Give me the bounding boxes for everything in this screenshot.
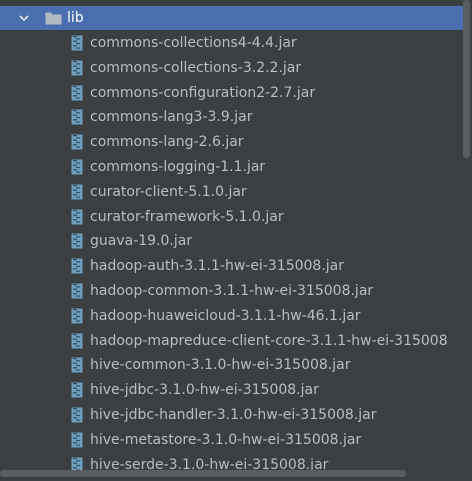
jar-archive-icon xyxy=(71,109,83,125)
jar-archive-icon xyxy=(71,382,83,398)
jar-archive-icon xyxy=(71,258,83,274)
tree-item-file[interactable]: hadoop-huaweicloud-3.1.1-hw-46.1.jar xyxy=(0,304,472,328)
file-label: hadoop-mapreduce-client-core-3.1.1-hw-ei… xyxy=(90,332,448,349)
file-label: commons-configuration2-2.7.jar xyxy=(90,84,316,101)
tree-item-lib-folder[interactable]: lib xyxy=(0,6,472,30)
jar-archive-icon xyxy=(71,134,83,150)
tree-item-file[interactable]: commons-lang-2.6.jar xyxy=(0,130,472,154)
jar-archive-icon xyxy=(71,283,83,299)
file-label: curator-framework-5.1.0.jar xyxy=(90,208,284,225)
file-label: commons-collections-3.2.2.jar xyxy=(90,59,302,76)
jar-archive-icon xyxy=(71,60,83,76)
horizontal-scrollbar-thumb[interactable] xyxy=(0,470,406,477)
tree-item-file[interactable]: hive-metastore-3.1.0-hw-ei-315008.jar xyxy=(0,428,472,452)
tree-item-file[interactable]: commons-configuration2-2.7.jar xyxy=(0,81,472,105)
file-label: commons-lang3-3.9.jar xyxy=(90,109,253,126)
tree-item-file[interactable]: guava-19.0.jar xyxy=(0,229,472,253)
file-label: hadoop-auth-3.1.1-hw-ei-315008.jar xyxy=(90,258,344,275)
jar-archive-icon xyxy=(71,432,83,448)
jar-archive-icon xyxy=(71,333,83,349)
folder-label: lib xyxy=(67,10,84,26)
tree-item-file[interactable]: hadoop-mapreduce-client-core-3.1.1-hw-ei… xyxy=(0,329,472,353)
vertical-scrollbar[interactable] xyxy=(463,0,472,481)
jar-archive-icon xyxy=(71,159,83,175)
file-label: commons-lang-2.6.jar xyxy=(90,134,244,151)
tree-item-file[interactable]: hive-common-3.1.0-hw-ei-315008.jar xyxy=(0,353,472,377)
jar-archive-icon xyxy=(71,407,83,423)
jar-archive-icon xyxy=(71,209,83,225)
tree-item-file[interactable]: commons-lang3-3.9.jar xyxy=(0,105,472,129)
tree-item-file[interactable]: hadoop-auth-3.1.1-hw-ei-315008.jar xyxy=(0,254,472,278)
jar-archive-icon xyxy=(71,35,83,51)
project-tree: lib commons-collections4-4.4.jar commons-… xyxy=(0,0,472,481)
jar-archive-icon xyxy=(71,85,83,101)
tree-item-file[interactable]: commons-collections-3.2.2.jar xyxy=(0,56,472,80)
tree-item-file[interactable]: commons-logging-1.1.jar xyxy=(0,155,472,179)
tree-item-file[interactable]: hadoop-common-3.1.1-hw-ei-315008.jar xyxy=(0,279,472,303)
jar-archive-icon xyxy=(71,308,83,324)
tree-item-file[interactable]: hive-jdbc-3.1.0-hw-ei-315008.jar xyxy=(0,378,472,402)
tree-item-file[interactable]: commons-collections4-4.4.jar xyxy=(0,31,472,55)
file-label: hive-jdbc-handler-3.1.0-hw-ei-315008.jar xyxy=(90,407,377,423)
file-label: guava-19.0.jar xyxy=(90,233,193,250)
vertical-scrollbar-thumb[interactable] xyxy=(463,0,470,158)
file-label: curator-client-5.1.0.jar xyxy=(90,183,247,200)
tree-item-file[interactable]: hive-jdbc-handler-3.1.0-hw-ei-315008.jar xyxy=(0,403,472,427)
file-label: hive-common-3.1.0-hw-ei-315008.jar xyxy=(90,357,351,374)
jar-archive-icon xyxy=(71,357,83,373)
tree-item-file[interactable]: curator-client-5.1.0.jar xyxy=(0,180,472,204)
jar-archive-icon xyxy=(71,184,83,200)
chevron-down-icon[interactable] xyxy=(18,12,30,24)
file-label: hadoop-common-3.1.1-hw-ei-315008.jar xyxy=(90,283,374,299)
jar-archive-icon xyxy=(71,233,83,249)
folder-icon xyxy=(45,12,62,25)
file-label: commons-collections4-4.4.jar xyxy=(90,35,297,51)
tree-item-file[interactable]: curator-framework-5.1.0.jar xyxy=(0,205,472,229)
file-label: commons-logging-1.1.jar xyxy=(90,159,266,175)
file-label: hive-metastore-3.1.0-hw-ei-315008.jar xyxy=(90,431,362,448)
file-label: hive-jdbc-3.1.0-hw-ei-315008.jar xyxy=(90,382,319,399)
file-label: hadoop-huaweicloud-3.1.1-hw-46.1.jar xyxy=(90,307,361,324)
